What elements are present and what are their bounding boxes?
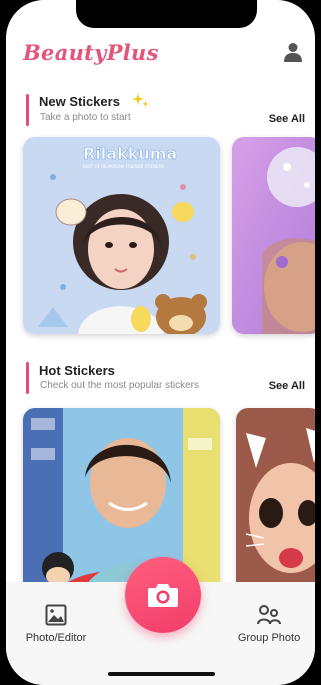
section-title-new-stickers: New Stickers <box>39 94 120 109</box>
device-notch <box>76 0 257 28</box>
group-photo-label: Group Photo <box>237 632 301 644</box>
section-subtitle-new-stickers: Take a photo to start <box>40 112 131 123</box>
sticker-card-bunny[interactable] <box>236 408 315 608</box>
sparkle-icon <box>132 93 149 107</box>
camera-button[interactable] <box>125 557 201 633</box>
section-subtitle-hot-stickers: Check out the most popular stickers <box>40 380 199 391</box>
sticker-preview-image <box>232 137 315 334</box>
section-title-hot-stickers: Hot Stickers <box>39 363 115 378</box>
see-all-hot-stickers-link[interactable]: See All <box>269 380 305 392</box>
photo-editor-label: Photo/Editor <box>25 632 87 644</box>
group-icon <box>257 605 281 625</box>
see-all-new-stickers-link[interactable]: See All <box>269 113 305 125</box>
sticker-card-disco[interactable] <box>232 137 315 334</box>
photo-editor-button[interactable]: Photo/Editor <box>25 604 87 644</box>
home-indicator <box>108 672 215 676</box>
app-screen: BeautyPlus New Stickers Take a photo to … <box>6 0 315 685</box>
image-icon <box>45 604 67 626</box>
section-accent-bar <box>26 362 29 394</box>
sticker-card-rilakkuma[interactable]: Rilakkuma BEST OF RILAKKUMA FRIENDS STIC… <box>23 137 220 334</box>
camera-icon <box>148 584 178 607</box>
sticker-preview-image: Rilakkuma BEST OF RILAKKUMA FRIENDS STIC… <box>23 137 220 334</box>
group-photo-button[interactable]: Group Photo <box>233 604 305 644</box>
rilakkuma-title: Rilakkuma <box>83 144 177 163</box>
rilakkuma-subtitle: BEST OF RILAKKUMA FRIENDS STICKERS <box>83 164 164 169</box>
section-accent-bar <box>26 94 29 126</box>
app-logo: BeautyPlus <box>23 40 159 65</box>
person-icon[interactable] <box>284 42 302 62</box>
sticker-preview-image <box>236 408 315 608</box>
